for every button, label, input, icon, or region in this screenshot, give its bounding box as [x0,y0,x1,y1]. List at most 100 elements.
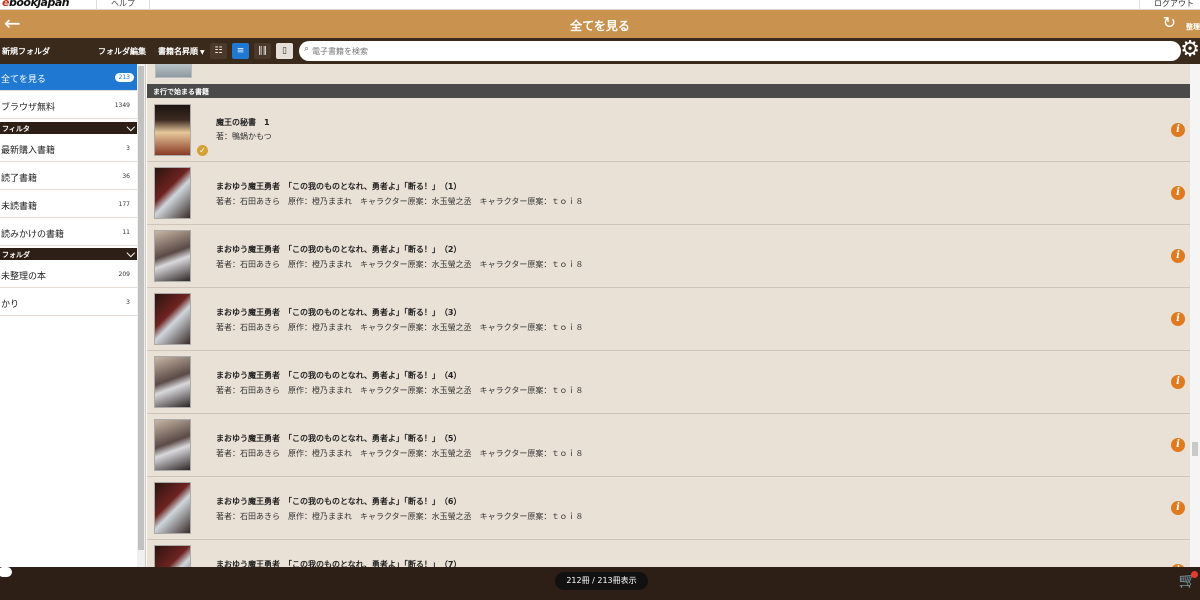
section-header: ま行で始まる書籍 [147,84,1190,98]
footer-bar: 212冊 / 213冊表示 🛒 [0,567,1200,600]
info-icon[interactable]: i [1171,123,1185,137]
help-link[interactable]: ヘルプ [96,0,150,10]
sidebar-item-reading[interactable]: 読みかけの書籍 11 [0,219,138,246]
book-title[interactable]: まおゆう魔王勇者 「この我のものとなれ、勇者よ」「断る！」 （3） [216,307,461,318]
grid-icon: ☷ [214,46,223,56]
count-badge: 36 [118,172,134,181]
edit-folder-button[interactable]: フォルダ編集 [98,46,146,57]
section-title: ま行で始まる書籍 [153,88,209,96]
gear-icon[interactable]: ⚙ [1180,39,1200,61]
sidebar-item-label: かり [1,300,20,310]
section-label: フォルダ [2,251,30,259]
ebookjapan-logo[interactable]: ebookjapan [2,0,70,9]
sidebar-scrollbar[interactable] [137,64,145,567]
sidebar-item-label: 未読書籍 [1,202,38,212]
book-author: 著者：石田あきら 原作：橙乃ままれ キャラクター原案：水玉螢之丞 キャラクター原… [216,323,584,332]
list-view-button[interactable]: ≡ [232,43,249,59]
sidebar-item-browser-free[interactable]: ブラウザ無料 1349 [0,92,138,119]
book-title[interactable]: まおゆう魔王勇者 「この我のものとなれ、勇者よ」「断る！」 （1） [216,181,461,192]
sidebar-item-recent[interactable]: 最新購入書籍 3 [0,135,138,162]
sidebar-item-label: 未整理の本 [1,272,47,282]
book-row[interactable]: ✓ 魔王の秘書 1 著：鴨鍋かもつ i [147,99,1190,162]
book-cover[interactable] [154,293,191,345]
book-cover[interactable] [154,230,191,282]
book-row[interactable]: まおゆう魔王勇者 「この我のものとなれ、勇者よ」「断る！」 （1） 著者：石田あき… [147,162,1190,225]
info-icon[interactable]: i [1171,438,1185,452]
logo-part-e: e [2,0,9,9]
book-cover[interactable] [154,419,191,471]
book-author: 著者：石田あきら 原作：橙乃ままれ キャラクター原案：水玉螢之丞 キャラクター原… [216,386,584,395]
book-cover[interactable] [154,104,191,156]
book-icon: ▯ [282,46,287,56]
book-title[interactable]: 魔王の秘書 1 [216,117,270,128]
book-row[interactable]: まおゆう魔王勇者 「この我のものとなれ、勇者よ」「断る！」 （2） 著者：石田あき… [147,225,1190,288]
sidebar-item-label: 最新購入書籍 [1,146,56,156]
book-view-button[interactable]: ▯ [276,43,293,59]
sidebar-item-label: 全てを見る [1,75,46,85]
sidebar-item-unread[interactable]: 未読書籍 177 [0,191,138,218]
sidebar-item-label: ブラウザ無料 [1,103,56,113]
arrange-label[interactable]: 整理 [1186,22,1200,32]
sort-dropdown[interactable]: 書籍名昇順 ▼ [158,46,205,57]
header-bar: ← 全てを見る ↻ 整理 [0,10,1200,38]
columns-icon: ∥∥ [258,46,267,56]
info-icon[interactable]: i [1171,186,1185,200]
logo-part-japan: japan [37,0,70,9]
folder-section-header[interactable]: フォルダ ⌵ [0,247,138,260]
book-row[interactable]: まおゆう魔王勇者 「この我のものとなれ、勇者よ」「断る！」 （4） 著者：石田あき… [147,351,1190,414]
count-badge: 177 [114,200,134,209]
sidebar-item-all[interactable]: 全てを見る 213 [0,64,138,91]
book-cover[interactable] [154,356,191,408]
toolbar: 新規フォルダ フォルダ編集 書籍名昇順▼ ☷ ≡ ∥∥ ▯ ⌕ ⚙ [0,38,1200,64]
sidebar-item-kari[interactable]: かり 3 [0,289,138,316]
previous-book-cover[interactable] [155,64,192,78]
info-icon[interactable]: i [1171,249,1185,263]
chat-icon[interactable] [0,567,12,577]
book-cover[interactable] [154,167,191,219]
count-badge: 209 [114,270,134,279]
count-badge: 3 [122,298,134,307]
new-folder-button[interactable]: 新規フォルダ [2,46,50,57]
sync-icon[interactable]: ↻ [1163,15,1176,31]
grid-view-button[interactable]: ☷ [210,43,227,59]
sidebar-item-read[interactable]: 読了書籍 36 [0,163,138,190]
info-icon[interactable]: i [1171,312,1185,326]
section-label: フィルタ [2,125,30,133]
search-input[interactable] [312,43,1172,59]
book-cover[interactable] [154,482,191,534]
info-icon[interactable]: i [1171,501,1185,515]
filter-section-header[interactable]: フィルタ ⌵ [0,121,138,134]
book-author: 著者：石田あきら 原作：橙乃ままれ キャラクター原案：水玉螢之丞 キャラクター原… [216,197,584,206]
book-title[interactable]: まおゆう魔王勇者 「この我のものとなれ、勇者よ」「断る！」 （4） [216,370,461,381]
list-icon: ≡ [236,46,245,56]
search-icon: ⌕ [304,44,310,54]
spine-view-button[interactable]: ∥∥ [254,43,271,59]
book-author: 著者：石田あきら 原作：橙乃ままれ キャラクター原案：水玉螢之丞 キャラクター原… [216,260,584,269]
scrollbar-thumb[interactable] [1192,442,1198,456]
book-row[interactable]: まおゆう魔王勇者 「この我のものとなれ、勇者よ」「断る！」 （7）著者：石田あき… [147,540,1190,567]
book-row[interactable]: まおゆう魔王勇者 「この我のものとなれ、勇者よ」「断る！」 （5） 著者：石田あき… [147,414,1190,477]
main-scrollbar[interactable] [1190,64,1200,567]
sort-label: 書籍名昇順 [158,47,198,56]
sidebar-item-label: 読了書籍 [1,174,38,184]
book-cover[interactable] [154,545,191,567]
page-title: 全てを見る [570,19,630,33]
check-icon: ✓ [197,145,208,156]
top-strip: ebookjapan ヘルプ ログアウト [0,0,1200,10]
book-row[interactable]: まおゆう魔王勇者 「この我のものとなれ、勇者よ」「断る！」 （6） 著者：石田あき… [147,477,1190,540]
info-icon[interactable]: i [1171,375,1185,389]
book-title[interactable]: まおゆう魔王勇者 「この我のものとなれ、勇者よ」「断る！」 （7） [216,559,461,567]
search-box[interactable]: ⌕ [299,41,1181,61]
sidebar-item-unsorted[interactable]: 未整理の本 209 [0,261,138,288]
count-badge: 11 [118,228,134,237]
book-title[interactable]: まおゆう魔王勇者 「この我のものとなれ、勇者よ」「断る！」 （5） [216,433,461,444]
book-row[interactable]: まおゆう魔王勇者 「この我のものとなれ、勇者よ」「断る！」 （3） 著者：石田あき… [147,288,1190,351]
book-title[interactable]: まおゆう魔王勇者 「この我のものとなれ、勇者よ」「断る！」 （6） [216,496,461,507]
count-badge: 3 [122,144,134,153]
logout-link[interactable]: ログアウト [1139,0,1200,10]
scrollbar-thumb[interactable] [138,66,144,550]
book-title[interactable]: まおゆう魔王勇者 「この我のものとなれ、勇者よ」「断る！」 （2） [216,244,461,255]
sidebar-item-label: 読みかけの書籍 [1,230,65,240]
caret-down-icon: ▼ [200,49,205,56]
book-author: 著者：石田あきら 原作：橙乃ままれ キャラクター原案：水玉螢之丞 キャラクター原… [216,512,584,521]
